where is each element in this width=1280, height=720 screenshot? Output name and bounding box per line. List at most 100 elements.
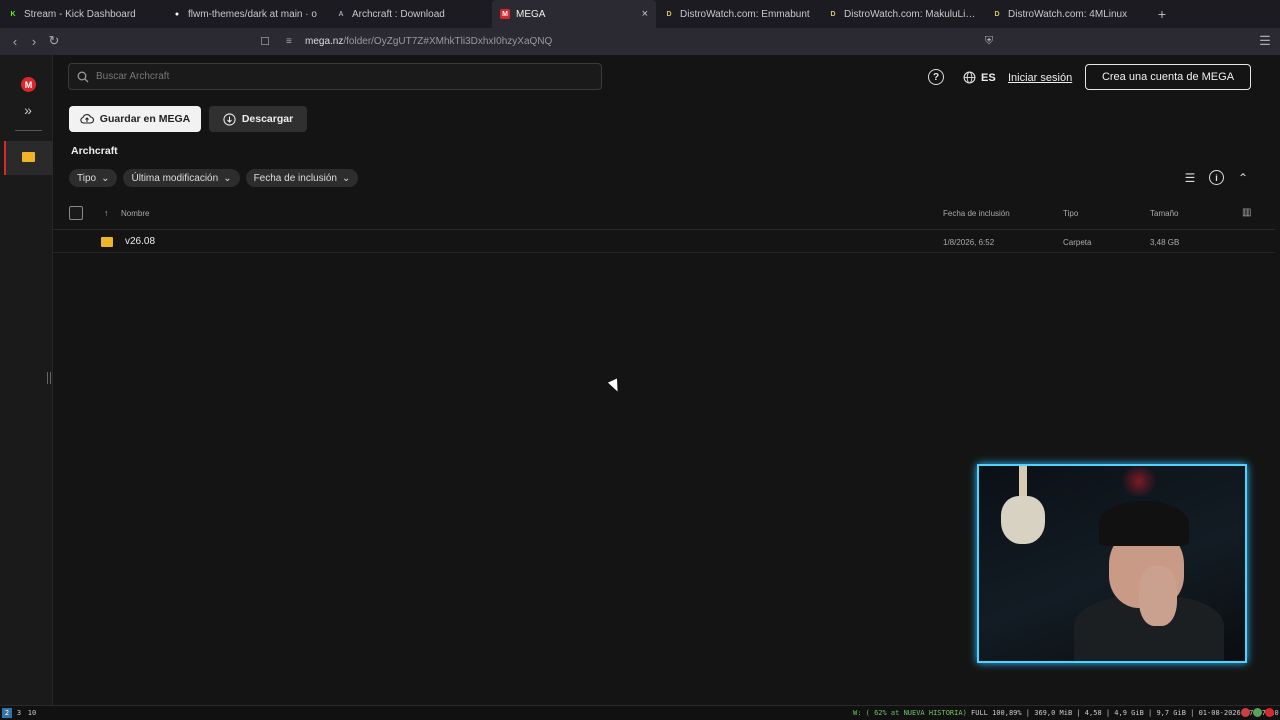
list-view-icon[interactable]: ☰: [1182, 171, 1198, 185]
chevron-down-icon: ⌄: [341, 172, 351, 184]
guitar: [1001, 496, 1045, 544]
row-size: 3,48 GB: [1150, 238, 1180, 247]
column-date-added[interactable]: Fecha de inclusión: [943, 209, 1010, 218]
url-path: /folder/OyZgUT7Z#XMhkTli3DxhxI0hzyXaQNQ: [343, 36, 553, 47]
status-bar: W: ( 62% at NUEVA HISTORIA) FULL 100,89%…: [853, 709, 1280, 717]
row-type: Carpeta: [1063, 238, 1092, 247]
help-icon[interactable]: ?: [928, 69, 944, 85]
filter-bar: Tipo ⌄ Última modificación ⌄ Fecha de incl…: [69, 169, 359, 187]
person-hand: [1139, 566, 1177, 626]
cloud-upload-icon: [80, 114, 94, 124]
signup-button[interactable]: Crea una cuenta de MEGA: [1085, 64, 1251, 90]
chevron-down-icon: ⌄: [101, 172, 110, 184]
tab-title: DistroWatch.com: Emmabunt: [680, 8, 810, 20]
tray-icon[interactable]: [1265, 708, 1274, 717]
mouse-cursor: [607, 378, 623, 394]
tab-6[interactable]: D DistroWatch.com: 4MLinux: [984, 0, 1148, 28]
url-bar[interactable]: ≡ mega.nz/folder/OyZgUT7Z#XMhkTli3DxhxI0…: [256, 31, 1006, 52]
filter-last-modified-label: Última modificación: [131, 172, 219, 184]
filter-date-added-label: Fecha de inclusión: [253, 172, 337, 184]
column-name[interactable]: Nombre: [121, 209, 149, 218]
download-button[interactable]: Descargar: [209, 106, 307, 132]
mega-icon: M: [500, 9, 510, 19]
background-light: [1119, 466, 1159, 496]
reload-icon[interactable]: ↻: [44, 31, 64, 51]
search-icon: [77, 71, 89, 82]
github-icon: ●: [174, 10, 180, 18]
tab-1[interactable]: ● flwm-themes/dark at main · o: [164, 0, 328, 28]
tab-title: Stream - Kick Dashboard: [24, 8, 136, 20]
workspace-3[interactable]: 3: [14, 708, 24, 718]
back-icon[interactable]: ‹: [5, 31, 25, 51]
distrowatch-icon: D: [994, 10, 1000, 18]
globe-icon: [963, 71, 976, 84]
menu-icon[interactable]: ☰: [1255, 31, 1275, 51]
tab-title: MEGA: [516, 8, 546, 20]
workspace-2[interactable]: 2: [2, 708, 12, 718]
select-all-checkbox[interactable]: [69, 206, 83, 220]
filter-type[interactable]: Tipo ⌄: [69, 169, 118, 187]
close-tab-icon[interactable]: ×: [642, 8, 648, 20]
wifi-status: W: ( 62% at NUEVA HISTORIA): [853, 709, 967, 717]
shield-icon[interactable]: ⛨: [979, 31, 999, 51]
save-to-mega-label: Guardar en MEGA: [99, 113, 191, 125]
tab-2[interactable]: A Archcraft : Download: [328, 0, 492, 28]
resize-handle[interactable]: [47, 372, 51, 384]
tab-4[interactable]: D DistroWatch.com: Emmabunt: [656, 0, 820, 28]
sort-arrow-icon[interactable]: ↑: [104, 208, 109, 218]
filter-last-modified[interactable]: Última modificación ⌄: [123, 169, 240, 187]
column-size[interactable]: Tamaño: [1150, 209, 1178, 218]
download-icon: [223, 112, 236, 126]
folder-icon: [22, 152, 35, 162]
language-selector[interactable]: ES: [963, 65, 996, 90]
filter-date-added[interactable]: Fecha de inclusión ⌄: [245, 169, 359, 187]
person-cap: [1099, 501, 1189, 546]
rail-divider: [15, 130, 42, 131]
download-label: Descargar: [241, 113, 294, 125]
tab-title: flwm-themes/dark at main · o: [188, 8, 317, 20]
column-type[interactable]: Tipo: [1063, 209, 1078, 218]
distrowatch-icon: D: [666, 10, 672, 18]
language-label: ES: [981, 71, 996, 84]
chevron-down-icon: ⌄: [223, 172, 232, 184]
row-date: 1/8/2026, 6:52: [943, 238, 995, 247]
screen: K Stream - Kick Dashboard ● flwm-themes/dar…: [0, 0, 1280, 720]
column-settings-icon[interactable]: ▥: [1242, 207, 1251, 218]
archcraft-icon: A: [338, 10, 344, 18]
taskbar: 2 3 10 W: ( 62% at NUEVA HISTORIA) FULL …: [0, 705, 1280, 720]
side-rail: M »: [0, 55, 53, 705]
browser-tab-strip: K Stream - Kick Dashboard ● flwm-themes/dar…: [0, 0, 1280, 28]
tray-icon[interactable]: [1241, 708, 1250, 717]
tab-title: Archcraft : Download: [352, 8, 445, 20]
collapse-icon[interactable]: ⌃: [1236, 171, 1250, 185]
search-input[interactable]: [96, 71, 576, 82]
tab-0[interactable]: K Stream - Kick Dashboard: [0, 0, 164, 28]
forward-icon[interactable]: ›: [24, 31, 44, 51]
row-name: v26.08: [125, 236, 156, 247]
new-tab-icon[interactable]: +: [1148, 0, 1176, 28]
browser-nav-bar: ‹ › ↻ ☐ ≡ mega.nz/folder/OyZgUT7Z#XMhkTl…: [0, 28, 1280, 55]
url-host: mega.nz: [305, 36, 344, 47]
url-text: mega.nz/folder/OyZgUT7Z#XMhkTli3DxhxI0hz…: [305, 36, 552, 47]
tab-3[interactable]: M MEGA ×: [492, 0, 656, 28]
folder-icon: [101, 237, 113, 247]
expand-sidebar-icon[interactable]: »: [19, 102, 37, 118]
kick-icon: K: [10, 10, 16, 18]
system-tray: [1241, 708, 1274, 717]
info-icon[interactable]: i: [1209, 170, 1224, 185]
login-link[interactable]: Iniciar sesión: [1008, 65, 1072, 90]
distrowatch-icon: D: [830, 10, 836, 18]
site-info-icon[interactable]: ≡: [286, 36, 292, 47]
search-box[interactable]: [68, 63, 602, 90]
tray-icon[interactable]: [1253, 708, 1262, 717]
tab-title: DistroWatch.com: MakuluLinu: [844, 8, 976, 20]
save-to-mega-button[interactable]: Guardar en MEGA: [69, 106, 201, 132]
tab-5[interactable]: D DistroWatch.com: MakuluLinu: [820, 0, 984, 28]
tab-title: DistroWatch.com: 4MLinux: [1008, 8, 1128, 20]
breadcrumb: Archcraft: [71, 145, 118, 157]
filter-type-label: Tipo: [77, 172, 97, 184]
mega-logo[interactable]: M: [21, 77, 36, 92]
table-row[interactable]: v26.08 1/8/2026, 6:52 Carpeta 3,48 GB: [53, 231, 1275, 253]
table-header: ↑ Nombre Fecha de inclusión Tipo Tamaño …: [53, 200, 1275, 230]
workspace-10[interactable]: 10: [26, 708, 38, 718]
